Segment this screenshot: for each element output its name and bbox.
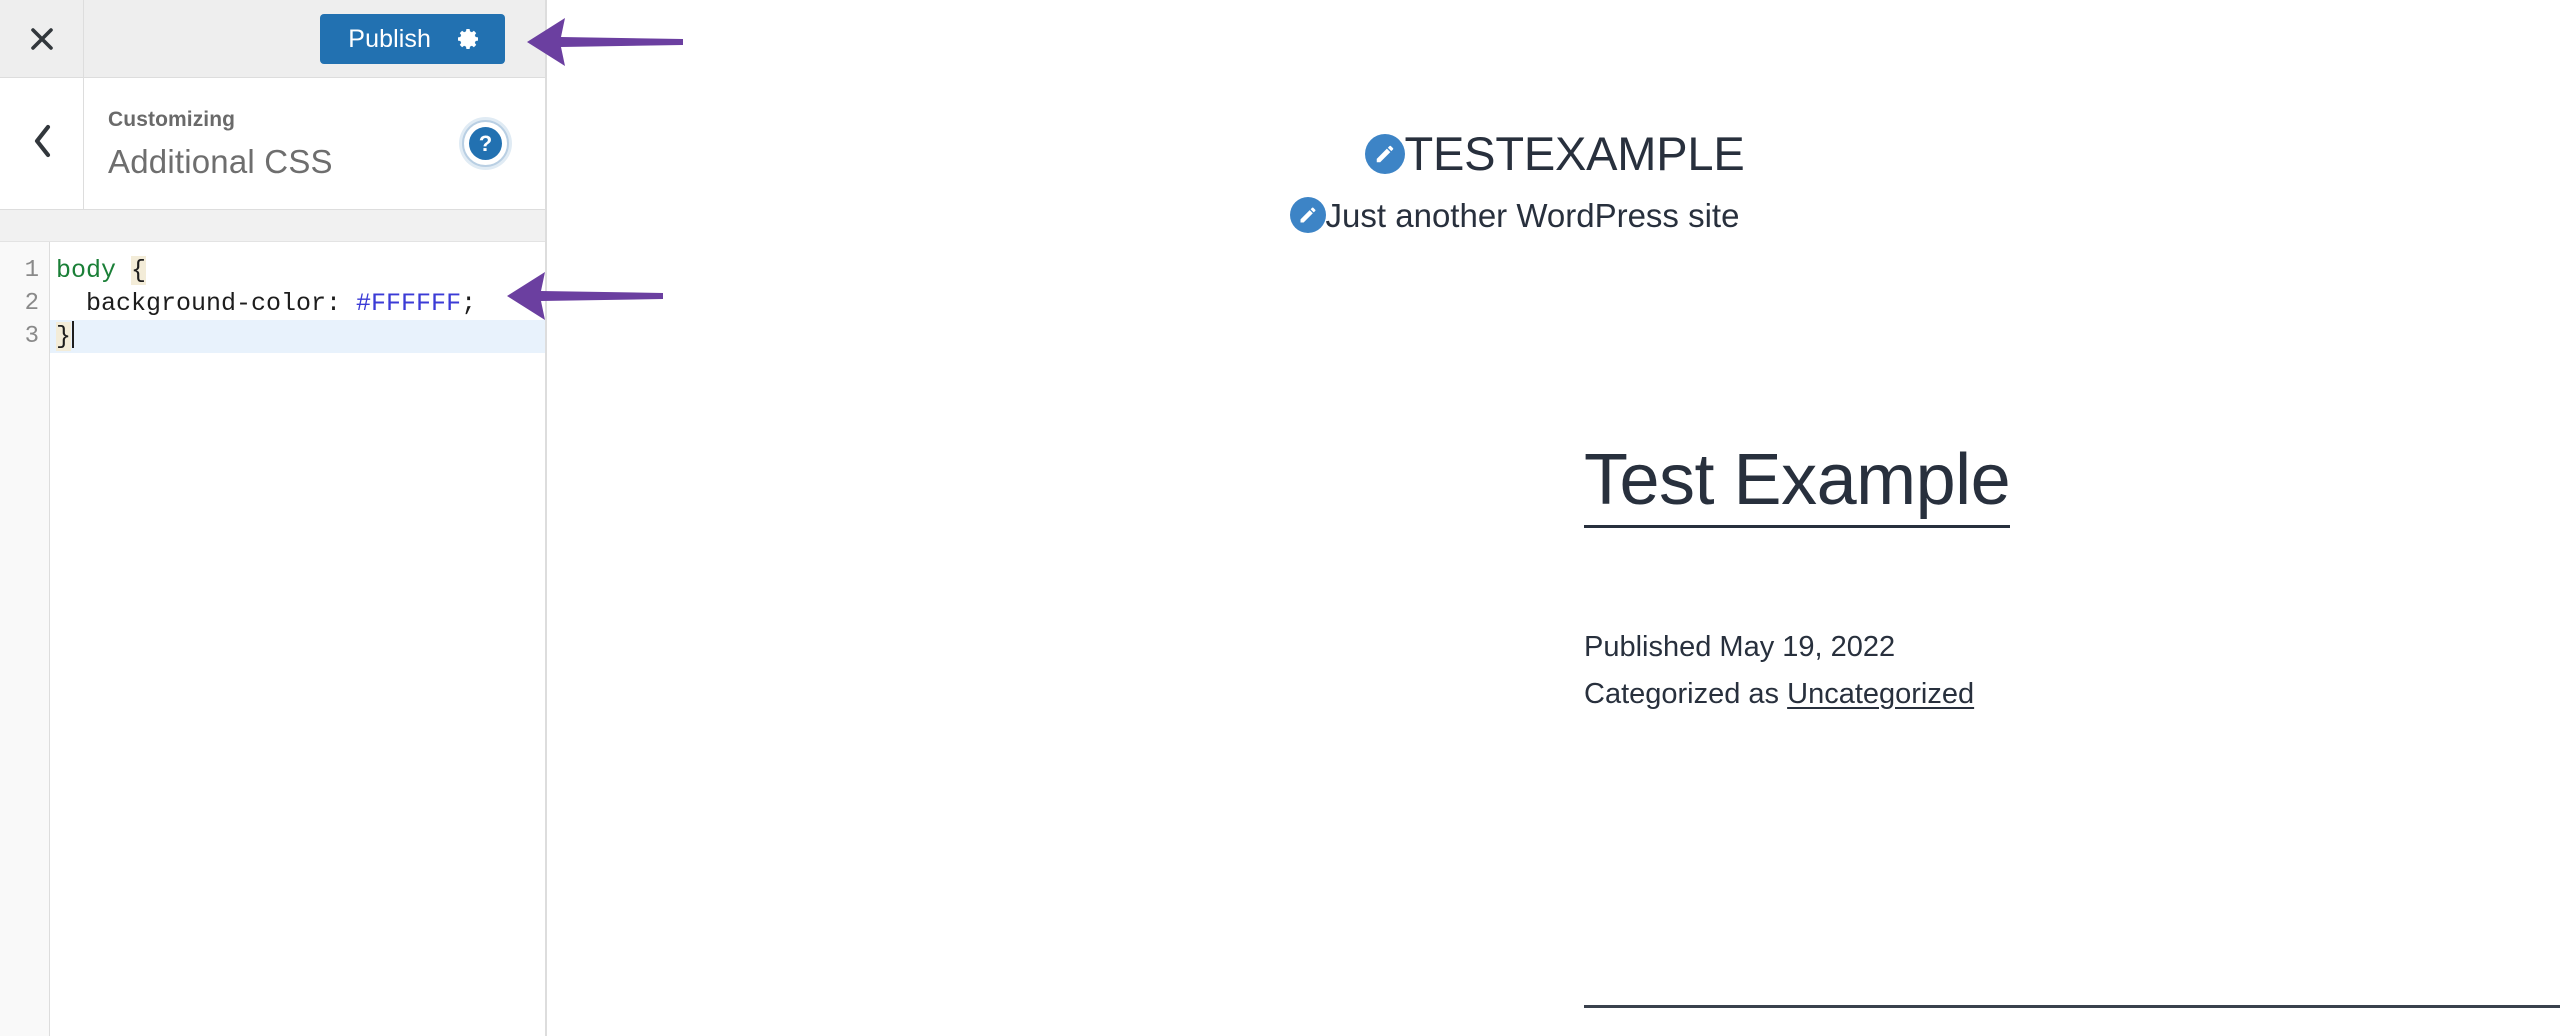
page-title: Additional CSS — [108, 143, 333, 181]
gear-icon[interactable] — [457, 27, 481, 51]
pencil-edit-icon-site-title[interactable] — [1364, 133, 1405, 174]
customizer-sidebar: Publish Customizing Additional CSS ? 1 2… — [0, 0, 547, 1036]
customizer-section-header: Customizing Additional CSS ? — [0, 78, 545, 210]
site-preview-pane[interactable]: TESTEXAMPLE Just another WordPress site … — [549, 0, 2560, 1036]
code-line-1[interactable]: body { — [50, 254, 545, 287]
post-category-line: Categorized as Uncategorized — [1584, 671, 2560, 718]
line-number: 1 — [24, 257, 39, 284]
customizer-screen: Publish Customizing Additional CSS ? 1 2… — [0, 0, 2560, 1036]
post-separator-rule — [1584, 1005, 2560, 1008]
customizing-label: Customizing — [108, 108, 236, 131]
help-question-icon[interactable]: ? — [462, 120, 509, 167]
category-prefix-text: Categorized as — [1584, 677, 1788, 710]
editor-toolbar-spacer — [0, 210, 545, 242]
css-close-brace-token: } — [56, 322, 72, 351]
site-branding: TESTEXAMPLE Just another WordPress site — [549, 128, 2560, 235]
code-line-3[interactable]: } — [50, 320, 545, 353]
site-tagline: Just another WordPress site — [1325, 196, 1740, 234]
code-line-2[interactable]: background-color: #FFFFFF; — [50, 287, 545, 320]
customizer-header-bar: Publish — [0, 0, 545, 78]
css-value-token: #FFFFFF — [341, 289, 462, 318]
site-title[interactable]: TESTEXAMPLE — [1405, 128, 1745, 180]
publish-button[interactable]: Publish — [320, 14, 505, 64]
category-link[interactable]: Uncategorized — [1787, 678, 1974, 710]
post-meta: Published May 19, 2022 Categorized as Un… — [1584, 624, 2560, 718]
text-cursor — [72, 321, 75, 348]
close-x-icon — [29, 26, 55, 52]
chevron-left-icon — [31, 124, 53, 163]
post-title-link[interactable]: Test Example — [1584, 440, 2011, 528]
editor-gutter: 1 2 3 — [0, 242, 50, 1036]
css-selector-token: body — [56, 256, 117, 285]
site-title-row: TESTEXAMPLE — [549, 128, 2560, 180]
pencil-edit-icon-tagline[interactable] — [1289, 197, 1326, 234]
css-code-area[interactable]: body { background-color: #FFFFFF; } — [50, 242, 545, 1036]
post-entry: Test Example Published May 19, 2022 Cate… — [1584, 440, 2560, 718]
additional-css-editor[interactable]: 1 2 3 body { background-color: #FFFFFF; … — [0, 242, 545, 1036]
back-to-panels-button[interactable] — [0, 78, 84, 209]
css-property-token: background-color: — [56, 289, 342, 318]
close-customizer-button[interactable] — [0, 0, 84, 77]
publish-button-label: Publish — [348, 24, 431, 53]
site-tagline-row: Just another WordPress site — [549, 196, 2560, 236]
line-number: 3 — [24, 323, 39, 350]
section-title-group: Customizing Additional CSS — [108, 106, 333, 184]
css-open-brace-token: { — [131, 256, 147, 285]
help-glyph: ? — [469, 127, 502, 160]
line-number: 2 — [24, 290, 39, 317]
css-semicolon-token: ; — [461, 289, 477, 318]
post-published-date: Published May 19, 2022 — [1584, 630, 1896, 663]
